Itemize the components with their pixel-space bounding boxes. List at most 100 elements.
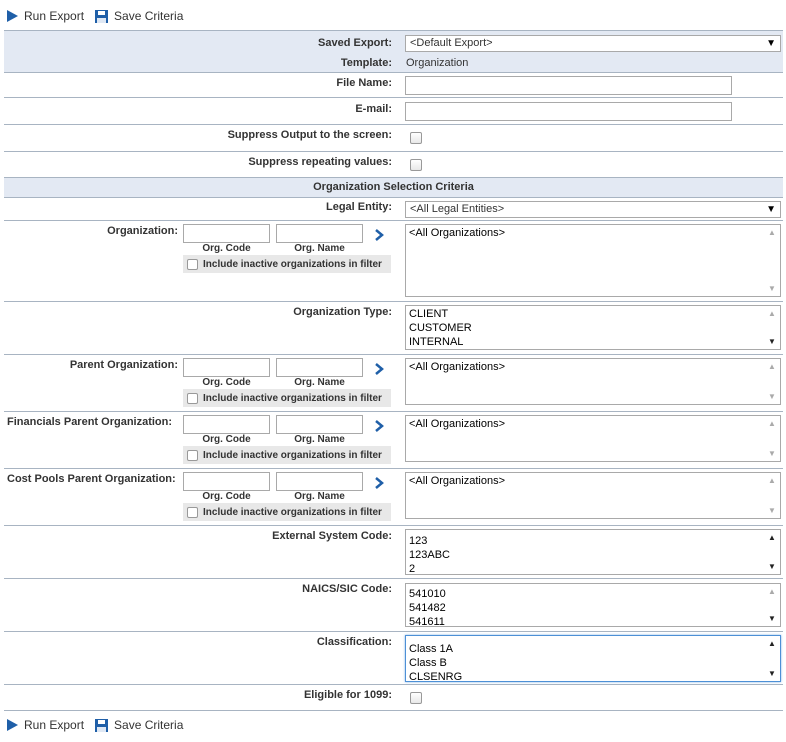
- include-inactive-toggle[interactable]: Include inactive organizations in filter: [183, 503, 391, 521]
- scrollbar[interactable]: ▲ ▼: [765, 584, 780, 626]
- chevron-down-icon[interactable]: ▼: [768, 449, 776, 458]
- save-criteria-button[interactable]: Save Criteria: [94, 9, 183, 24]
- chevron-down-icon[interactable]: ▼: [768, 392, 776, 401]
- cost-pools-parent-listbox[interactable]: <All Organizations> ▲ ▼: [405, 472, 781, 519]
- org-name-input[interactable]: [276, 472, 363, 491]
- scrollbar[interactable]: ▲ ▼: [765, 306, 780, 349]
- include-inactive-label: Include inactive organizations in filter: [203, 392, 382, 404]
- include-inactive-checkbox[interactable]: [187, 258, 198, 270]
- scrollbar[interactable]: ▲ ▼: [765, 530, 780, 574]
- list-item[interactable]: CLIENT: [406, 307, 780, 321]
- organization-type-label: Organization Type:: [293, 306, 392, 318]
- org-code-input[interactable]: [183, 472, 270, 491]
- parent-organization-listbox[interactable]: <All Organizations> ▲ ▼: [405, 358, 781, 405]
- legal-entity-row: Legal Entity: <All Legal Entities> ▼: [4, 197, 783, 220]
- organization-listbox[interactable]: <All Organizations> ▲ ▼: [405, 224, 781, 297]
- organization-type-row: Organization Type: CLIENT CUSTOMER INTER…: [4, 301, 783, 354]
- suppress-repeating-checkbox[interactable]: [410, 159, 422, 171]
- org-code-label: Org. Code: [202, 243, 251, 254]
- saved-export-value: <Default Export>: [410, 37, 493, 49]
- chevron-right-icon[interactable]: [374, 477, 384, 489]
- save-criteria-button[interactable]: Save Criteria: [94, 718, 183, 733]
- chevron-right-icon[interactable]: [374, 363, 384, 375]
- chevron-up-icon[interactable]: ▲: [768, 309, 776, 318]
- list-item[interactable]: 541611: [406, 615, 780, 626]
- chevron-down-icon[interactable]: ▼: [768, 562, 776, 571]
- list-item[interactable]: INTERNAL: [406, 335, 780, 349]
- email-label: E-mail:: [355, 103, 392, 115]
- external-system-code-listbox[interactable]: 123 123ABC 2 ▲ ▼: [405, 529, 781, 575]
- parent-organization-row: Parent Organization: Org. Code Org. Name…: [4, 354, 783, 411]
- include-inactive-checkbox[interactable]: [187, 392, 198, 404]
- chevron-down-icon[interactable]: ▼: [768, 669, 776, 678]
- file-name-input[interactable]: [405, 76, 732, 95]
- bottom-toolbar: Run Export Save Criteria: [0, 710, 193, 740]
- include-inactive-toggle[interactable]: Include inactive organizations in filter: [183, 446, 391, 464]
- chevron-down-icon[interactable]: ▼: [768, 614, 776, 623]
- floppy-disk-icon: [95, 9, 109, 23]
- list-item[interactable]: <All Organizations>: [406, 474, 780, 488]
- scrollbar[interactable]: ▲ ▼: [765, 473, 780, 518]
- include-inactive-toggle[interactable]: Include inactive organizations in filter: [183, 255, 391, 273]
- list-item[interactable]: Class B: [406, 656, 780, 670]
- include-inactive-checkbox[interactable]: [187, 449, 198, 461]
- list-item[interactable]: 123ABC: [406, 548, 780, 562]
- list-item[interactable]: <All Organizations>: [406, 226, 780, 240]
- chevron-up-icon[interactable]: ▲: [768, 476, 776, 485]
- org-name-input[interactable]: [276, 358, 363, 377]
- email-input[interactable]: [405, 102, 732, 121]
- org-name-input[interactable]: [276, 415, 363, 434]
- top-toolbar: Run Export Save Criteria: [0, 1, 193, 31]
- list-item[interactable]: <All Organizations>: [406, 417, 780, 431]
- naics-sic-listbox[interactable]: 541010 541482 541611 ▲ ▼: [405, 583, 781, 627]
- org-code-input[interactable]: [183, 415, 270, 434]
- chevron-up-icon[interactable]: ▲: [768, 362, 776, 371]
- scrollbar[interactable]: ▲ ▼: [765, 225, 780, 296]
- suppress-output-checkbox[interactable]: [410, 132, 422, 144]
- list-item[interactable]: 2: [406, 562, 780, 574]
- run-export-label: Run Export: [24, 718, 85, 732]
- include-inactive-toggle[interactable]: Include inactive organizations in filter: [183, 389, 391, 407]
- org-name-input[interactable]: [276, 224, 363, 243]
- financials-parent-listbox[interactable]: <All Organizations> ▲ ▼: [405, 415, 781, 462]
- classification-label: Classification:: [316, 636, 392, 648]
- organization-type-listbox[interactable]: CLIENT CUSTOMER INTERNAL ▲ ▼: [405, 305, 781, 350]
- org-code-input[interactable]: [183, 358, 270, 377]
- chevron-up-icon[interactable]: ▲: [768, 639, 776, 648]
- chevron-up-icon[interactable]: ▲: [768, 587, 776, 596]
- run-export-button[interactable]: Run Export: [5, 718, 84, 732]
- chevron-right-icon[interactable]: [374, 420, 384, 432]
- chevron-right-icon[interactable]: [374, 229, 384, 241]
- list-item[interactable]: CUSTOMER: [406, 321, 780, 335]
- scrollbar[interactable]: ▲ ▼: [765, 636, 780, 681]
- list-item[interactable]: CLSENRG: [406, 670, 780, 681]
- naics-sic-row: NAICS/SIC Code: 541010 541482 541611 ▲ ▼: [4, 578, 783, 631]
- list-item[interactable]: 541010: [406, 587, 780, 601]
- template-value: Organization: [406, 57, 469, 69]
- suppress-output-label: Suppress Output to the screen:: [227, 129, 392, 141]
- chevron-down-icon: ▼: [766, 38, 776, 49]
- include-inactive-checkbox[interactable]: [187, 506, 198, 518]
- suppress-output-row: Suppress Output to the screen:: [4, 124, 783, 151]
- classification-listbox[interactable]: Class 1A Class B CLSENRG ▲ ▼: [405, 635, 781, 682]
- saved-export-select[interactable]: <Default Export> ▼: [405, 35, 781, 52]
- chevron-up-icon[interactable]: ▲: [768, 533, 776, 542]
- scrollbar[interactable]: ▲ ▼: [765, 416, 780, 461]
- list-item[interactable]: <All Organizations>: [406, 360, 780, 374]
- eligible-1099-checkbox[interactable]: [410, 692, 422, 704]
- org-code-input[interactable]: [183, 224, 270, 243]
- scrollbar[interactable]: ▲ ▼: [765, 359, 780, 404]
- legal-entity-select[interactable]: <All Legal Entities> ▼: [405, 201, 781, 218]
- chevron-up-icon[interactable]: ▲: [768, 419, 776, 428]
- legal-entity-value: <All Legal Entities>: [410, 203, 505, 215]
- list-item[interactable]: 123: [406, 534, 780, 548]
- chevron-down-icon[interactable]: ▼: [768, 337, 776, 346]
- chevron-down-icon[interactable]: ▼: [768, 284, 776, 293]
- chevron-down-icon[interactable]: ▼: [768, 506, 776, 515]
- template-label: Template:: [340, 57, 392, 69]
- list-item[interactable]: Class 1A: [406, 642, 780, 656]
- file-name-row: File Name:: [4, 72, 783, 98]
- list-item[interactable]: 541482: [406, 601, 780, 615]
- run-export-button[interactable]: Run Export: [5, 9, 84, 23]
- chevron-up-icon[interactable]: ▲: [768, 228, 776, 237]
